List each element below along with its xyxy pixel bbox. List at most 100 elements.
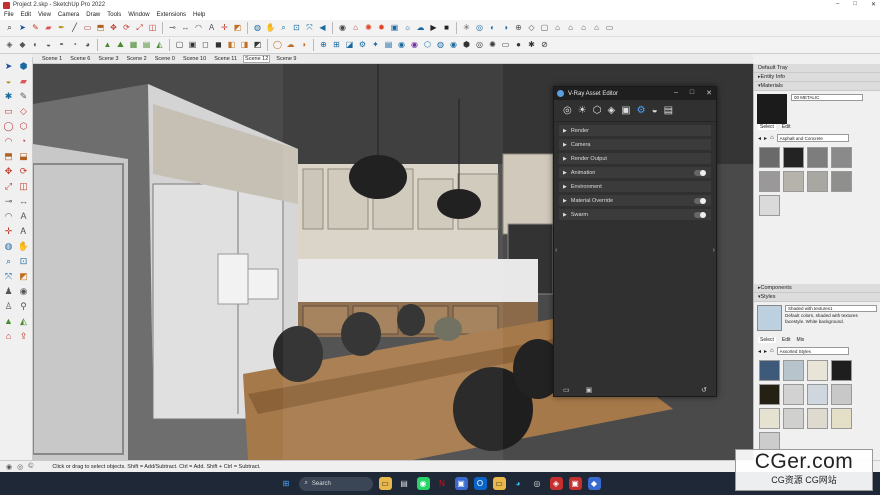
- info-icon[interactable]: ◉: [6, 463, 12, 471]
- menu-camera[interactable]: Camera: [58, 12, 79, 18]
- left-view-icon[interactable]: ⌂: [591, 23, 602, 34]
- vray-lights-icon[interactable]: ☼: [402, 23, 413, 34]
- vray-material-icon[interactable]: ◍: [435, 40, 446, 51]
- render-teapot-icon[interactable]: ◒: [652, 105, 658, 116]
- walk-tool-icon[interactable]: ♟: [2, 285, 15, 298]
- smoove-icon[interactable]: ◭: [17, 315, 30, 328]
- section-icon[interactable]: ◩: [17, 270, 30, 283]
- style-back-icon[interactable]: ◂: [758, 348, 761, 355]
- vray-section-material-override[interactable]: ▶ Material Override: [559, 195, 711, 206]
- warehouse-tool-icon[interactable]: ⌂: [2, 330, 15, 343]
- vray-proxy-icon[interactable]: ◎: [474, 40, 485, 51]
- geo-icon[interactable]: ◎: [17, 463, 23, 471]
- style-swatch-tile[interactable]: [831, 360, 852, 381]
- vray-section-swarm[interactable]: ▶ Swarm: [559, 209, 711, 220]
- eraser-icon[interactable]: ▰: [17, 75, 30, 88]
- style-library-select[interactable]: Assorted Styles: [776, 347, 849, 355]
- user-account-icon[interactable]: ◉: [337, 23, 348, 34]
- circle-icon[interactable]: ◯: [2, 120, 15, 133]
- zoom-window-tool-icon[interactable]: ⊡: [17, 255, 30, 268]
- scene-tab-12[interactable]: Scene 12: [243, 54, 271, 63]
- protractor-tool-icon[interactable]: ◠: [2, 210, 15, 223]
- offset-icon[interactable]: ◫: [17, 180, 30, 193]
- maximize-icon[interactable]: □: [853, 1, 857, 8]
- follow-me-icon[interactable]: ⬓: [17, 150, 30, 163]
- shaded-textures-icon[interactable]: ◨: [239, 40, 250, 51]
- terrain-icon[interactable]: ⛰: [115, 40, 126, 51]
- fog-icon[interactable]: ☁: [285, 40, 296, 51]
- union-icon[interactable]: ◒: [43, 40, 54, 51]
- styles-icon[interactable]: ✦: [370, 40, 381, 51]
- look-around-icon[interactable]: ◑: [500, 23, 511, 34]
- menu-help[interactable]: Help: [193, 12, 205, 18]
- materials-header[interactable]: Materials: [754, 82, 880, 91]
- rectangle-tool-icon[interactable]: ▭: [82, 23, 93, 34]
- subtract-icon[interactable]: ◓: [56, 40, 67, 51]
- scale-tool-icon[interactable]: ⤢: [134, 23, 145, 34]
- section-cut-icon[interactable]: ◑: [298, 40, 309, 51]
- vray-sphere-icon[interactable]: ●: [513, 40, 524, 51]
- style-swatch-tile[interactable]: [831, 408, 852, 429]
- offset-tool-icon[interactable]: ◫: [147, 23, 158, 34]
- push-pull-icon[interactable]: ⬒: [95, 23, 106, 34]
- footprint-icon[interactable]: ⚲: [17, 300, 30, 313]
- shadows-icon[interactable]: ◯: [272, 40, 283, 51]
- rotated-rect-icon[interactable]: ◇: [17, 105, 30, 118]
- section-plane-icon[interactable]: ◩: [232, 23, 243, 34]
- vray-scatter-icon[interactable]: ✱: [526, 40, 537, 51]
- style-swatch-tile[interactable]: [807, 360, 828, 381]
- warehouse-icon[interactable]: ⌂: [350, 23, 361, 34]
- entity-info-header[interactable]: Entity Info: [754, 73, 880, 82]
- orbit-tool-icon[interactable]: ◍: [2, 240, 15, 253]
- styles-select-tab[interactable]: Select: [758, 337, 776, 343]
- vray-section-render[interactable]: ▶ Render: [559, 125, 711, 136]
- vray-decal-icon[interactable]: ⊘: [539, 40, 550, 51]
- file-explorer-icon[interactable]: ▭: [378, 477, 392, 490]
- vray-mesh-icon[interactable]: ⬢: [461, 40, 472, 51]
- vray-asset-editor-icon[interactable]: ⬡: [422, 40, 433, 51]
- vray-render-settings-icon[interactable]: ◉: [448, 40, 459, 51]
- front-view-icon[interactable]: ⌂: [552, 23, 563, 34]
- open-file-icon[interactable]: ▭: [563, 386, 570, 394]
- vray-section-environment[interactable]: ▶ Environment: [559, 181, 711, 192]
- zoom-extents-icon[interactable]: ⤧: [304, 23, 315, 34]
- pan-icon[interactable]: ✋: [265, 23, 276, 34]
- select-icon[interactable]: ➤: [2, 60, 15, 73]
- vray-minimize-icon[interactable]: –: [674, 89, 678, 97]
- materials-edit-tab[interactable]: Edit: [782, 124, 791, 130]
- tape-icon[interactable]: ⊸: [2, 195, 15, 208]
- style-swatch-tile[interactable]: [783, 360, 804, 381]
- axes-icon[interactable]: ✛: [2, 225, 15, 238]
- minimize-icon[interactable]: –: [836, 1, 839, 8]
- vray-render-icon[interactable]: ✺: [363, 23, 374, 34]
- pie-icon[interactable]: ◔: [17, 135, 30, 148]
- edge-icon[interactable]: ◕: [512, 477, 525, 490]
- menu-draw[interactable]: Draw: [86, 12, 100, 18]
- drape-icon[interactable]: ▤: [141, 40, 152, 51]
- windows-start-icon[interactable]: ⊞: [280, 477, 293, 490]
- extension-warehouse-icon[interactable]: ⊞: [331, 40, 342, 51]
- save-file-icon[interactable]: ▣: [586, 386, 593, 394]
- style-swatch-tile[interactable]: [807, 408, 828, 429]
- extension-manager-icon[interactable]: ⚙: [357, 40, 368, 51]
- share-icon[interactable]: ⇪: [17, 330, 30, 343]
- vray-section-camera[interactable]: ▶ Camera: [559, 139, 711, 150]
- dimension-icon[interactable]: ↔: [180, 23, 191, 34]
- tape-measure-icon[interactable]: ⊸: [167, 23, 178, 34]
- steam-icon[interactable]: ◎: [531, 477, 544, 490]
- forward-arrow-icon[interactable]: ▸: [764, 135, 767, 142]
- hidden-line-icon[interactable]: ◼: [213, 40, 224, 51]
- explorer-icon[interactable]: ▭: [492, 477, 506, 490]
- style-swatch-tile[interactable]: [831, 384, 852, 405]
- flip-edge-icon[interactable]: ◭: [154, 40, 165, 51]
- vray-maximize-icon[interactable]: □: [690, 89, 694, 97]
- style-swatch-tile[interactable]: [807, 384, 828, 405]
- rotate-tool-icon[interactable]: ⟳: [121, 23, 132, 34]
- app-icon[interactable]: ◈: [549, 477, 563, 490]
- photo-match-icon[interactable]: ▤: [383, 40, 394, 51]
- zoom-extents-tool-icon[interactable]: ⤧: [2, 270, 15, 283]
- look-icon[interactable]: ◉: [17, 285, 30, 298]
- scene-tab-11[interactable]: Scene 11: [213, 56, 238, 62]
- lights-category-icon[interactable]: ☀: [578, 105, 587, 116]
- material-swatch-tile[interactable]: [807, 147, 828, 168]
